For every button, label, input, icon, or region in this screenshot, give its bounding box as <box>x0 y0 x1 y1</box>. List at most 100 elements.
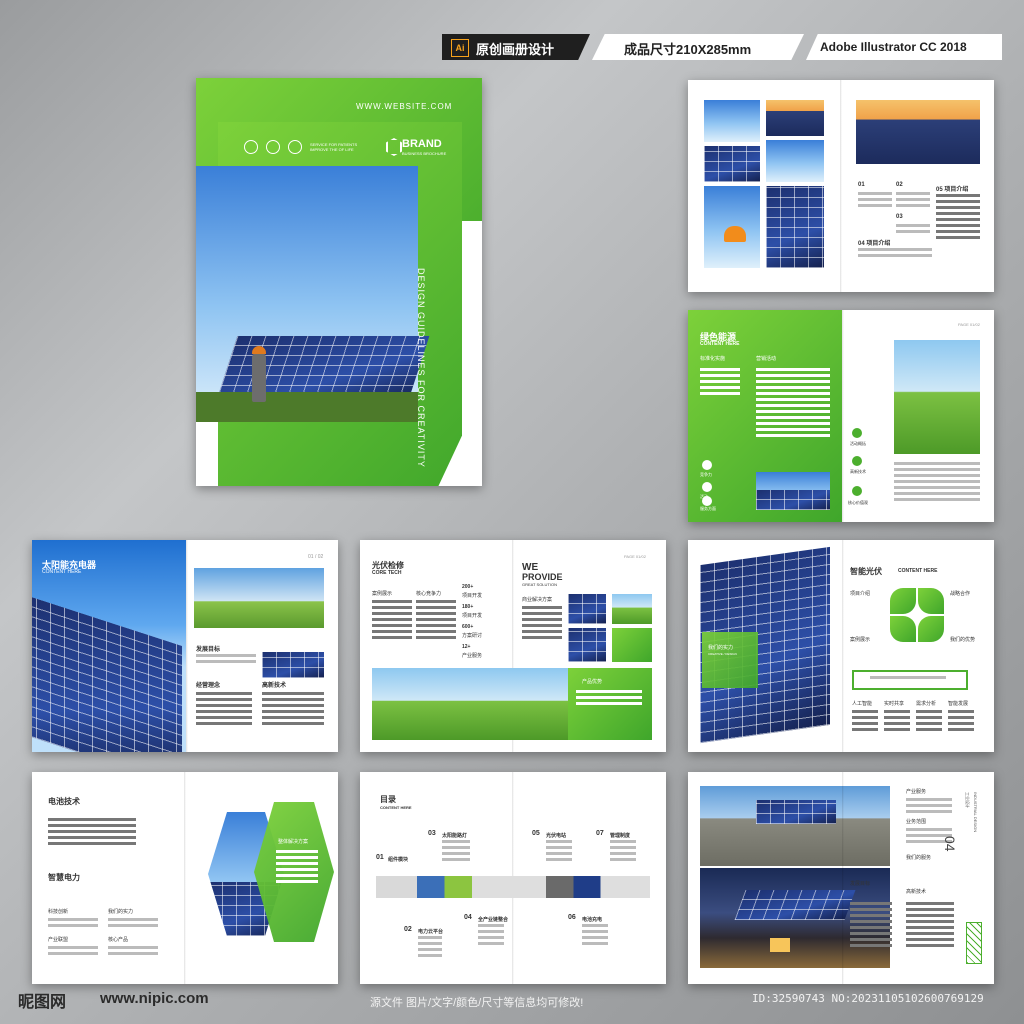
s8-green-ornament <box>966 922 982 964</box>
s8-e: 高新技术 <box>906 889 927 895</box>
cover-website: WWW.WEBSITE.COM <box>356 102 453 111</box>
banner-label-design: 原创画册设计 <box>476 42 555 57</box>
spread-4: 光伏检修 CORE TECH 案例展示 核心竞争力 200+ 项目开发 180+… <box>360 540 666 752</box>
s4-stat-3-num: 600+ <box>462 624 474 630</box>
s6-c4: 核心产品 <box>108 937 129 943</box>
s2-left-icon-1 <box>702 460 712 470</box>
s4-text-1 <box>372 600 412 642</box>
s2-right-text <box>894 462 980 504</box>
s7-t04: 全产业链整合 <box>478 917 509 923</box>
s2-page: PAGE 01/02 <box>958 322 980 327</box>
s3-photo-city <box>194 568 324 628</box>
s7-t03-list <box>442 840 470 864</box>
s2-col1-text <box>700 368 740 398</box>
s5-title: 智能光伏 <box>850 567 882 576</box>
spread-2: 绿色能源 CONTENT HERE 标准化实施 营销活动 竞争力 活动 服务方面… <box>688 310 994 522</box>
s5-leaf-1 <box>890 588 916 614</box>
s3-photo-panels <box>262 652 324 678</box>
s8-c: 我们的服务 <box>906 855 932 861</box>
home-icon <box>244 140 258 154</box>
cover-brand-sub: BUSINESS BROCHURE <box>402 151 447 156</box>
s2-item-icon-1 <box>852 428 862 438</box>
s5-b-text-4 <box>948 710 974 734</box>
s4-case: 案例展示 <box>372 591 393 597</box>
s2-left-label-3: 服务方面 <box>700 506 716 511</box>
s1-text-02 <box>896 192 930 210</box>
s4-page: PAGE 01/02 <box>624 554 646 559</box>
spread-8: 产业服务 业务范围 我们的服务 发展目标 高新技术 04 INDUSTRIAL … <box>688 772 994 984</box>
s2-col2-text <box>756 368 830 440</box>
s8-num: 04 <box>942 836 958 852</box>
s1-text-03 <box>896 224 930 236</box>
spread-7: 目录 CONTENT HERE 01 组件模块 03 太阳能路灯 02 电力云平… <box>360 772 666 984</box>
s7-i05: 05 <box>532 830 540 837</box>
s3-subtitle: CONTENT HERE <box>42 569 82 575</box>
s2-item-icon-3 <box>852 486 862 496</box>
s6-h1: 电池技术 <box>48 797 80 806</box>
s6-hex-text <box>276 850 318 886</box>
s4-stat-2-num: 180+ <box>462 604 474 610</box>
cover-photo-grass <box>196 392 418 422</box>
s5-q3: 案例展示 <box>850 637 871 643</box>
s7-t05: 光伏电站 <box>546 833 567 839</box>
s6-c2: 我们的实力 <box>108 909 134 915</box>
s4-adv-text <box>576 690 642 708</box>
s8-vert2: 工业设计 <box>965 792 970 808</box>
s6-c3-text <box>48 946 98 958</box>
s4-core: 核心竞争力 <box>416 591 442 597</box>
s2-item-3: 核心价值观 <box>848 500 868 505</box>
s8-a-text <box>906 798 952 816</box>
s4-stat-1-label: 项目开发 <box>462 593 483 599</box>
s4-provide: PROVIDE <box>522 572 563 582</box>
cover-vertical-text: DESIGN GUIDELINES FOR CREATIVITY <box>416 268 426 468</box>
s2-left-label-1: 竞争力 <box>700 472 712 477</box>
s6-c1: 科技创新 <box>48 909 69 915</box>
s7-t07-list <box>610 840 636 864</box>
s7-t03: 太阳能路灯 <box>442 833 468 839</box>
s4-photo-b <box>612 594 652 624</box>
spread-6: 电池技术 智慧电力 科技创新 我们的实力 产业联盟 核心产品 整体解决方案 <box>32 772 338 984</box>
s1-num-01: 01 <box>858 182 865 188</box>
s5-q2: 战略合作 <box>950 591 971 597</box>
s4-biz-text <box>522 606 562 642</box>
s1-photo-panel-sun <box>766 186 824 268</box>
cover-service-text: SERVICE FOR PATIENTS IMPROVE THE OF LIFE <box>310 142 358 152</box>
s5-b3: 需求分析 <box>916 701 937 707</box>
s5-b-text-2 <box>884 710 910 734</box>
s4-photo-wind <box>372 668 568 740</box>
brochure-cover: WWW.WEBSITE.COM SERVICE FOR PATIENTS IMP… <box>196 78 482 486</box>
s7-t07: 管理制度 <box>610 833 631 839</box>
s5-strength: 我们的实力 <box>708 645 734 651</box>
s5-b-text-3 <box>916 710 942 734</box>
banner-label-size: 成品尺寸210X285mm <box>624 42 752 57</box>
s8-d: 发展目标 <box>850 881 871 887</box>
s2-item-icon-2 <box>852 456 862 466</box>
spread-5: 我们的实力 CREATIVE / DESIGN 智能光伏 CONTENT HER… <box>688 540 994 752</box>
spread-3: 太阳能充电器 CONTENT HERE 01 / 02 发展目标 经营理念 高新… <box>32 540 338 752</box>
s4-stat-1-num: 200+ <box>462 584 474 590</box>
s5-q4: 我们的优势 <box>950 637 976 643</box>
s4-great: GREAT SOLUTION <box>522 582 557 587</box>
s7-t05-list <box>546 840 572 864</box>
s7-subtitle: CONTENT HERE <box>380 805 412 810</box>
s1-photo-panels <box>704 146 760 182</box>
s4-adv: 产品优势 <box>582 679 603 685</box>
s5-b1: 人工智能 <box>852 701 873 707</box>
s2-photo-field <box>894 340 980 454</box>
cover-photo-worker <box>252 352 266 402</box>
s5-b2: 实时共享 <box>884 701 905 707</box>
s6-c1-text <box>48 918 98 930</box>
s1-num-02: 02 <box>896 182 903 188</box>
s1-photo-tower <box>704 100 760 142</box>
s7-t02: 电力云平台 <box>418 929 444 935</box>
banner-label-software: Adobe Illustrator CC 2018 <box>820 40 967 54</box>
cover-photo-helmet <box>252 346 266 354</box>
s1-num-04: 04 项目介绍 <box>858 241 891 247</box>
phone-icon <box>288 140 302 154</box>
s5-b4: 智能发展 <box>948 701 969 707</box>
s4-photo-c <box>568 628 606 662</box>
s4-photo-d <box>612 628 652 662</box>
s2-subtitle: CONTENT HERE <box>700 341 740 347</box>
footer-logo: 昵图网 <box>18 992 67 1011</box>
s2-item-1: 活动概括 <box>850 441 866 446</box>
